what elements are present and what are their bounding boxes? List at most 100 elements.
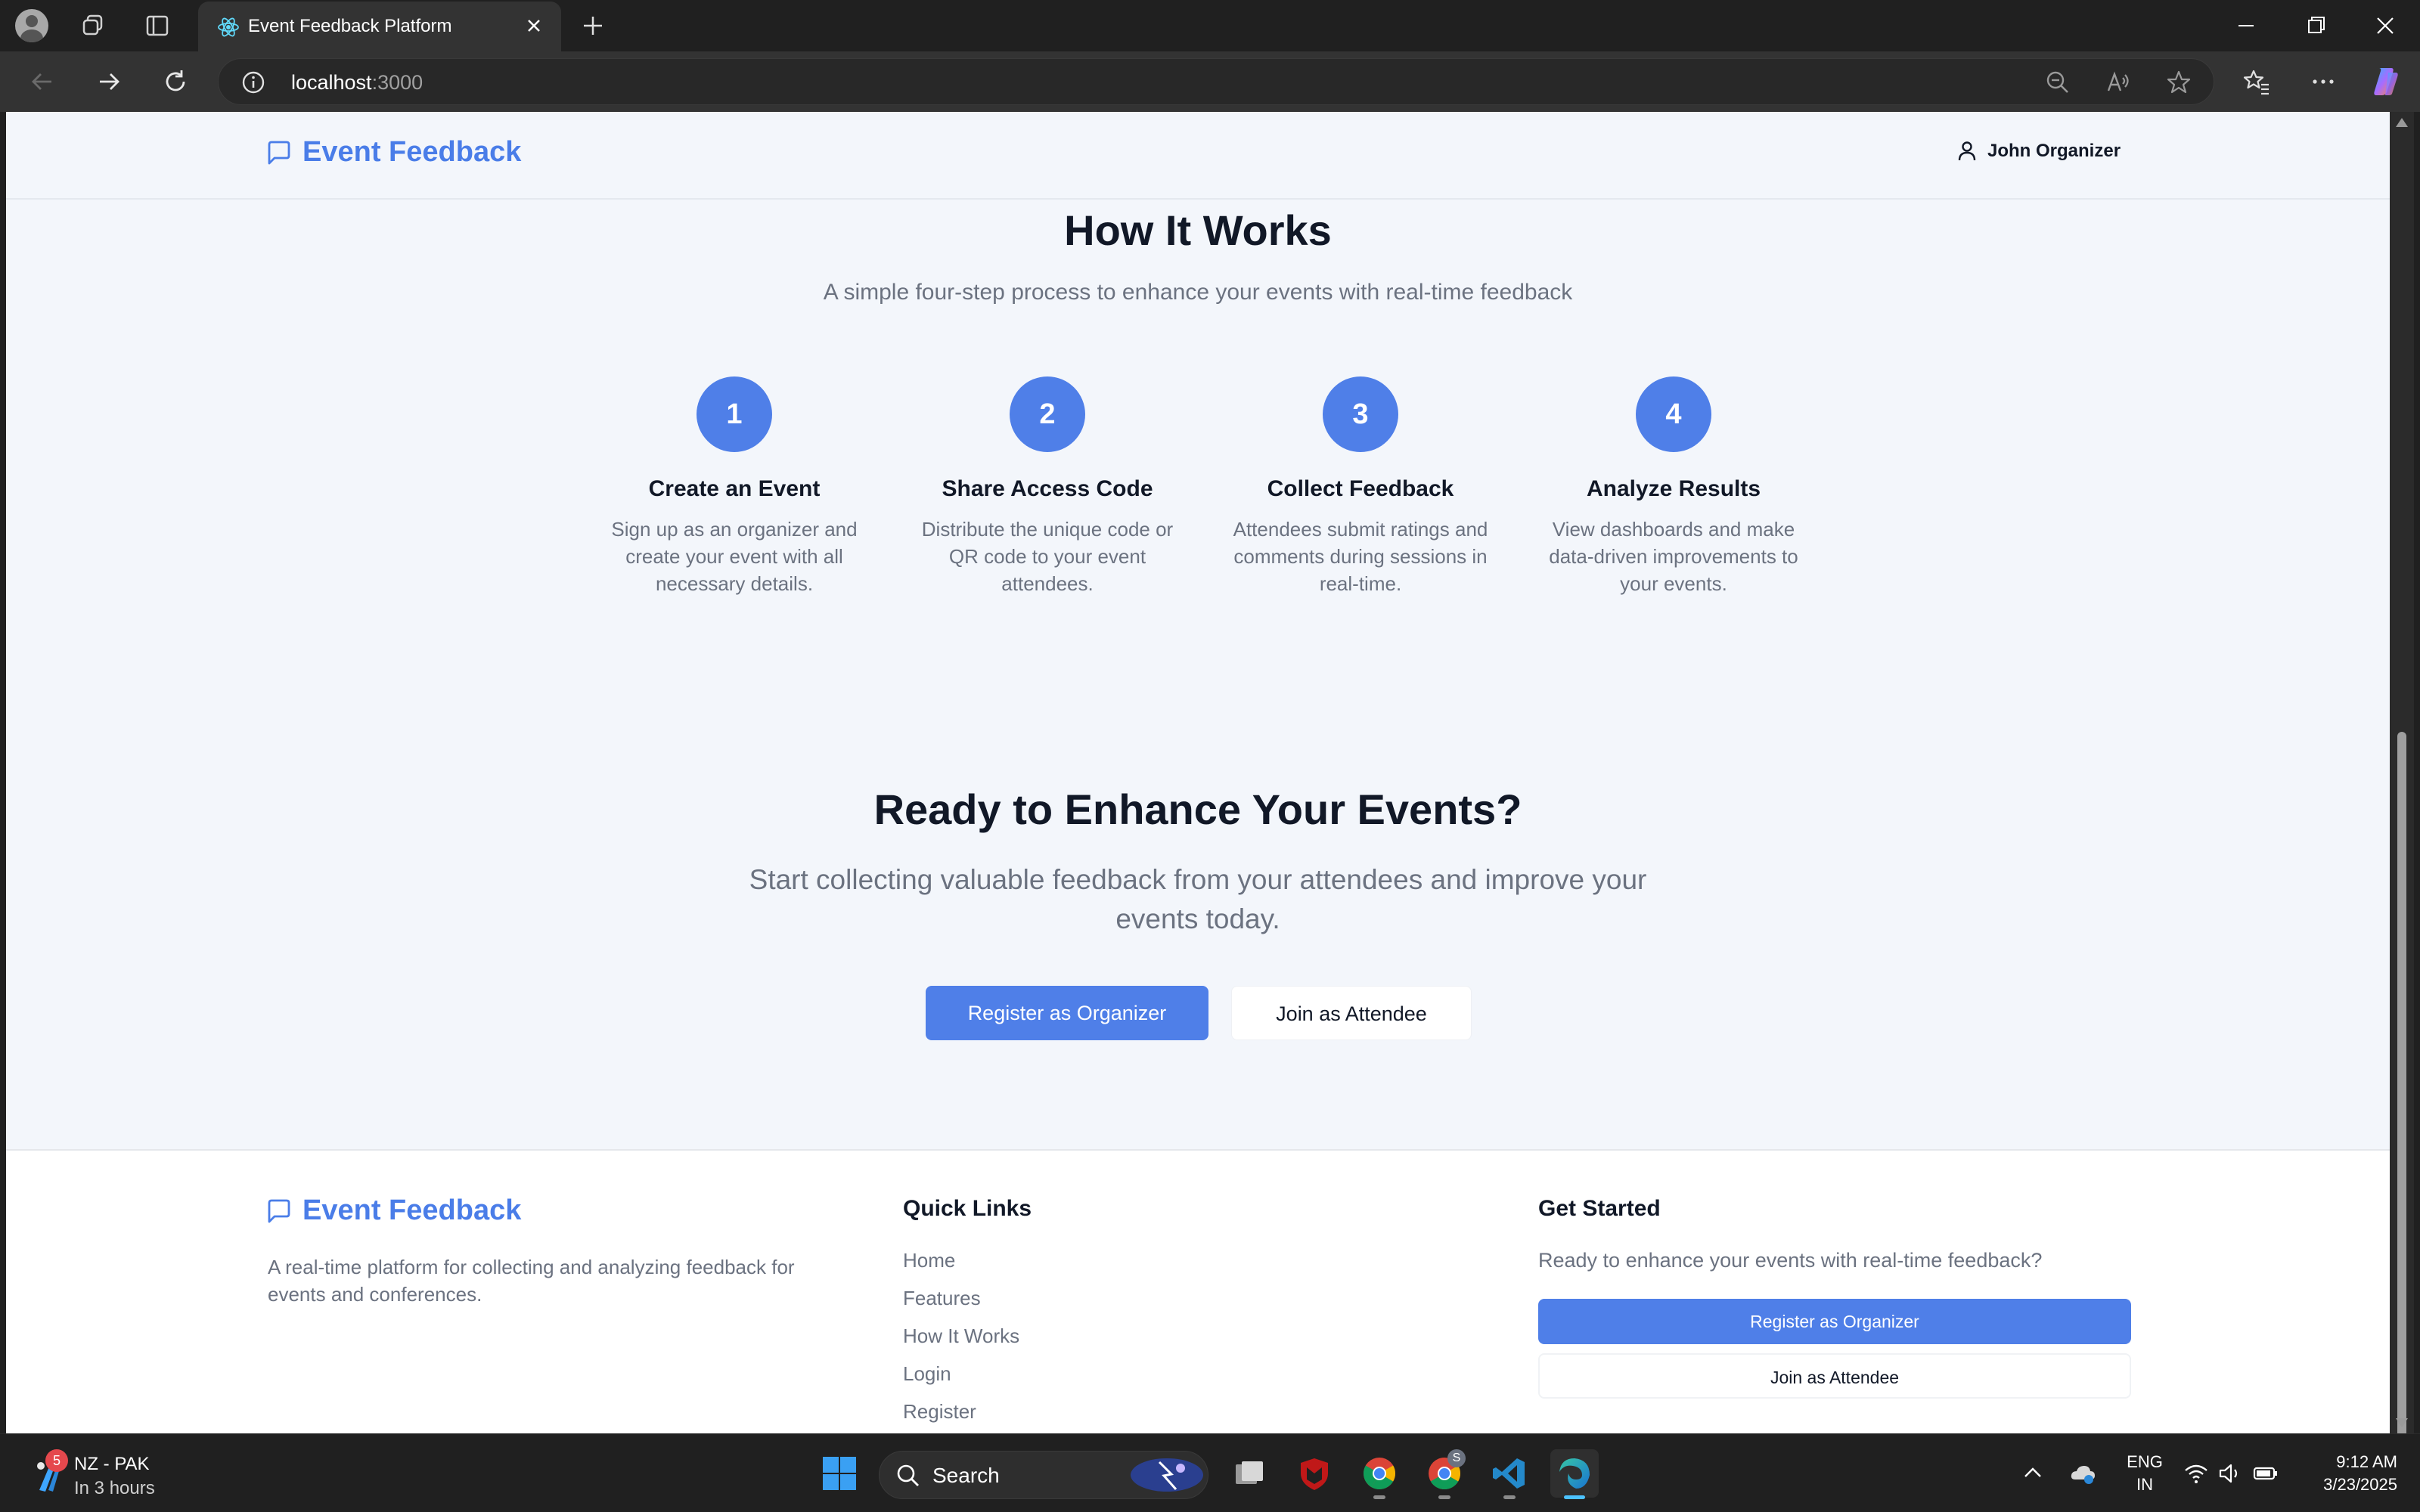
cta-title: Ready to Enhance Your Events? [873,785,1522,833]
site-footer: Event Feedback A real-time platform for … [6,1149,2390,1433]
step-title: Analyze Results [1586,476,1761,501]
logo-text: Event Feedback [302,136,522,168]
vscode-app[interactable] [1485,1449,1534,1499]
quick-links-list: Home Features How It Works Login Registe… [903,1249,1019,1433]
scroll-up-icon[interactable] [2396,118,2408,127]
search-highlight-icon [1131,1458,1203,1492]
windows-taskbar: 5 NZ - PAK In 3 hours Search S ENG IN 9:… [0,1433,2420,1512]
mcafee-shield-icon [1301,1458,1328,1490]
windows-logo-icon [823,1457,856,1490]
battery-icon[interactable] [2252,1460,2279,1487]
message-square-icon [268,1199,290,1222]
edge-icon [1559,1458,1590,1489]
site-header: Event Feedback John Organizer [6,112,2390,200]
tab-title: Event Feedback Platform [248,16,452,36]
footer-link-login[interactable]: Login [903,1362,1019,1400]
close-window-icon[interactable] [2363,8,2408,44]
search-label: Search [932,1464,1000,1487]
onedrive-icon[interactable] [2069,1460,2096,1487]
how-it-works-subtitle: A simple four-step process to enhance yo… [823,280,1573,305]
step-card: 4 Analyze Results View dashboards and ma… [1534,376,1813,597]
message-square-icon [268,141,290,164]
tab-actions-icon[interactable] [139,8,175,44]
footer-link-register[interactable]: Register [903,1400,1019,1433]
header-logo[interactable]: Event Feedback [266,136,521,169]
how-it-works-title: How It Works [1064,206,1332,254]
more-options-icon[interactable] [2305,64,2341,100]
favorites-icon[interactable] [2238,64,2275,100]
site-info-icon[interactable] [241,70,265,94]
join-attendee-button[interactable]: Join as Attendee [1231,986,1472,1040]
step-number-badge: 4 [1636,376,1711,452]
react-favicon-icon [218,17,239,37]
tab-event-feedback[interactable]: Event Feedback Platform [198,2,561,51]
running-indicator [1438,1495,1450,1499]
quick-links-heading: Quick Links [903,1196,1032,1221]
wifi-icon[interactable] [2183,1460,2210,1487]
forward-icon[interactable] [91,64,127,100]
footer-link-how-it-works[interactable]: How It Works [903,1325,1019,1362]
running-indicator [1503,1495,1516,1499]
page-scrollbar[interactable] [2390,112,2414,1450]
active-indicator [1564,1495,1585,1499]
zoom-icon[interactable] [2044,69,2071,96]
tab-close-icon[interactable] [520,12,548,39]
step-title: Collect Feedback [1267,476,1454,501]
cta-subtitle: Start collecting valuable feedback from … [749,864,1647,934]
workspaces-icon[interactable] [76,8,112,44]
weather-widget[interactable]: 5 NZ - PAK In 3 hours [27,1448,178,1501]
chrome-profile-app[interactable]: S [1420,1449,1469,1499]
read-aloud-icon[interactable] [2105,69,2132,96]
system-clock[interactable]: 9:12 AM 3/23/2025 [2299,1451,2397,1496]
step-title: Share Access Code [942,476,1153,501]
step-number-badge: 3 [1323,376,1398,452]
vscode-icon [1493,1458,1525,1489]
step-number-badge: 1 [697,376,772,452]
chevron-up-icon[interactable] [2019,1460,2046,1487]
start-button[interactable] [815,1449,864,1498]
minimize-icon[interactable] [2223,8,2269,44]
step-description: View dashboards and make data-driven imp… [1549,518,1798,595]
user-name: John Organizer [1987,141,2121,161]
step-description: Sign up as an organizer and create your … [611,518,858,595]
scroll-down-icon[interactable] [2396,1418,2408,1427]
url-text: localhost:3000 [291,71,424,94]
browser-tab-bar: Event Feedback Platform [0,0,2420,51]
get-started-heading: Get Started [1538,1196,1661,1221]
step-card: 1 Create an Event Sign up as an organize… [594,376,874,597]
taskbar-search[interactable]: Search [879,1451,1208,1499]
task-view-icon [1236,1461,1263,1484]
get-started-text: Ready to enhance your events with real-t… [1538,1249,2043,1272]
language-region: IN [2136,1475,2153,1494]
edge-app[interactable] [1550,1449,1599,1499]
step-description: Distribute the unique code or QR code to… [921,518,1174,595]
footer-logo[interactable]: Event Feedback [266,1194,521,1227]
reload-icon[interactable] [157,64,194,100]
mcafee-app[interactable] [1290,1449,1339,1498]
register-organizer-button[interactable]: Register as Organizer [926,986,1208,1040]
clock-date: 3/23/2025 [2323,1475,2397,1494]
language-indicator[interactable]: ENG IN [2122,1451,2167,1496]
weather-subtitle: In 3 hours [74,1478,155,1498]
url-bar[interactable]: localhost:3000 [218,58,2214,105]
volume-icon[interactable] [2217,1460,2245,1487]
task-view-button[interactable] [1225,1449,1274,1498]
new-tab-icon[interactable] [576,9,610,42]
clock-time: 9:12 AM [2336,1452,2397,1471]
footer-link-home[interactable]: Home [903,1249,1019,1287]
step-card: 3 Collect Feedback Attendees submit rati… [1221,376,1500,597]
step-description: Attendees submit ratings and comments du… [1233,518,1488,595]
footer-join-button[interactable]: Join as Attendee [1538,1353,2131,1399]
user-icon [1958,141,1976,161]
restore-icon[interactable] [2293,8,2338,44]
chrome-app[interactable] [1355,1449,1404,1499]
scroll-thumb[interactable] [2397,732,2406,1450]
favorite-star-icon[interactable] [2165,69,2192,96]
footer-link-features[interactable]: Features [903,1287,1019,1325]
profile-avatar-icon[interactable] [14,8,50,44]
footer-register-button[interactable]: Register as Organizer [1538,1299,2131,1344]
language-code: ENG [2127,1452,2163,1471]
user-menu[interactable]: John Organizer [1957,141,2121,162]
copilot-icon[interactable] [2367,64,2403,100]
back-icon[interactable] [24,64,60,100]
